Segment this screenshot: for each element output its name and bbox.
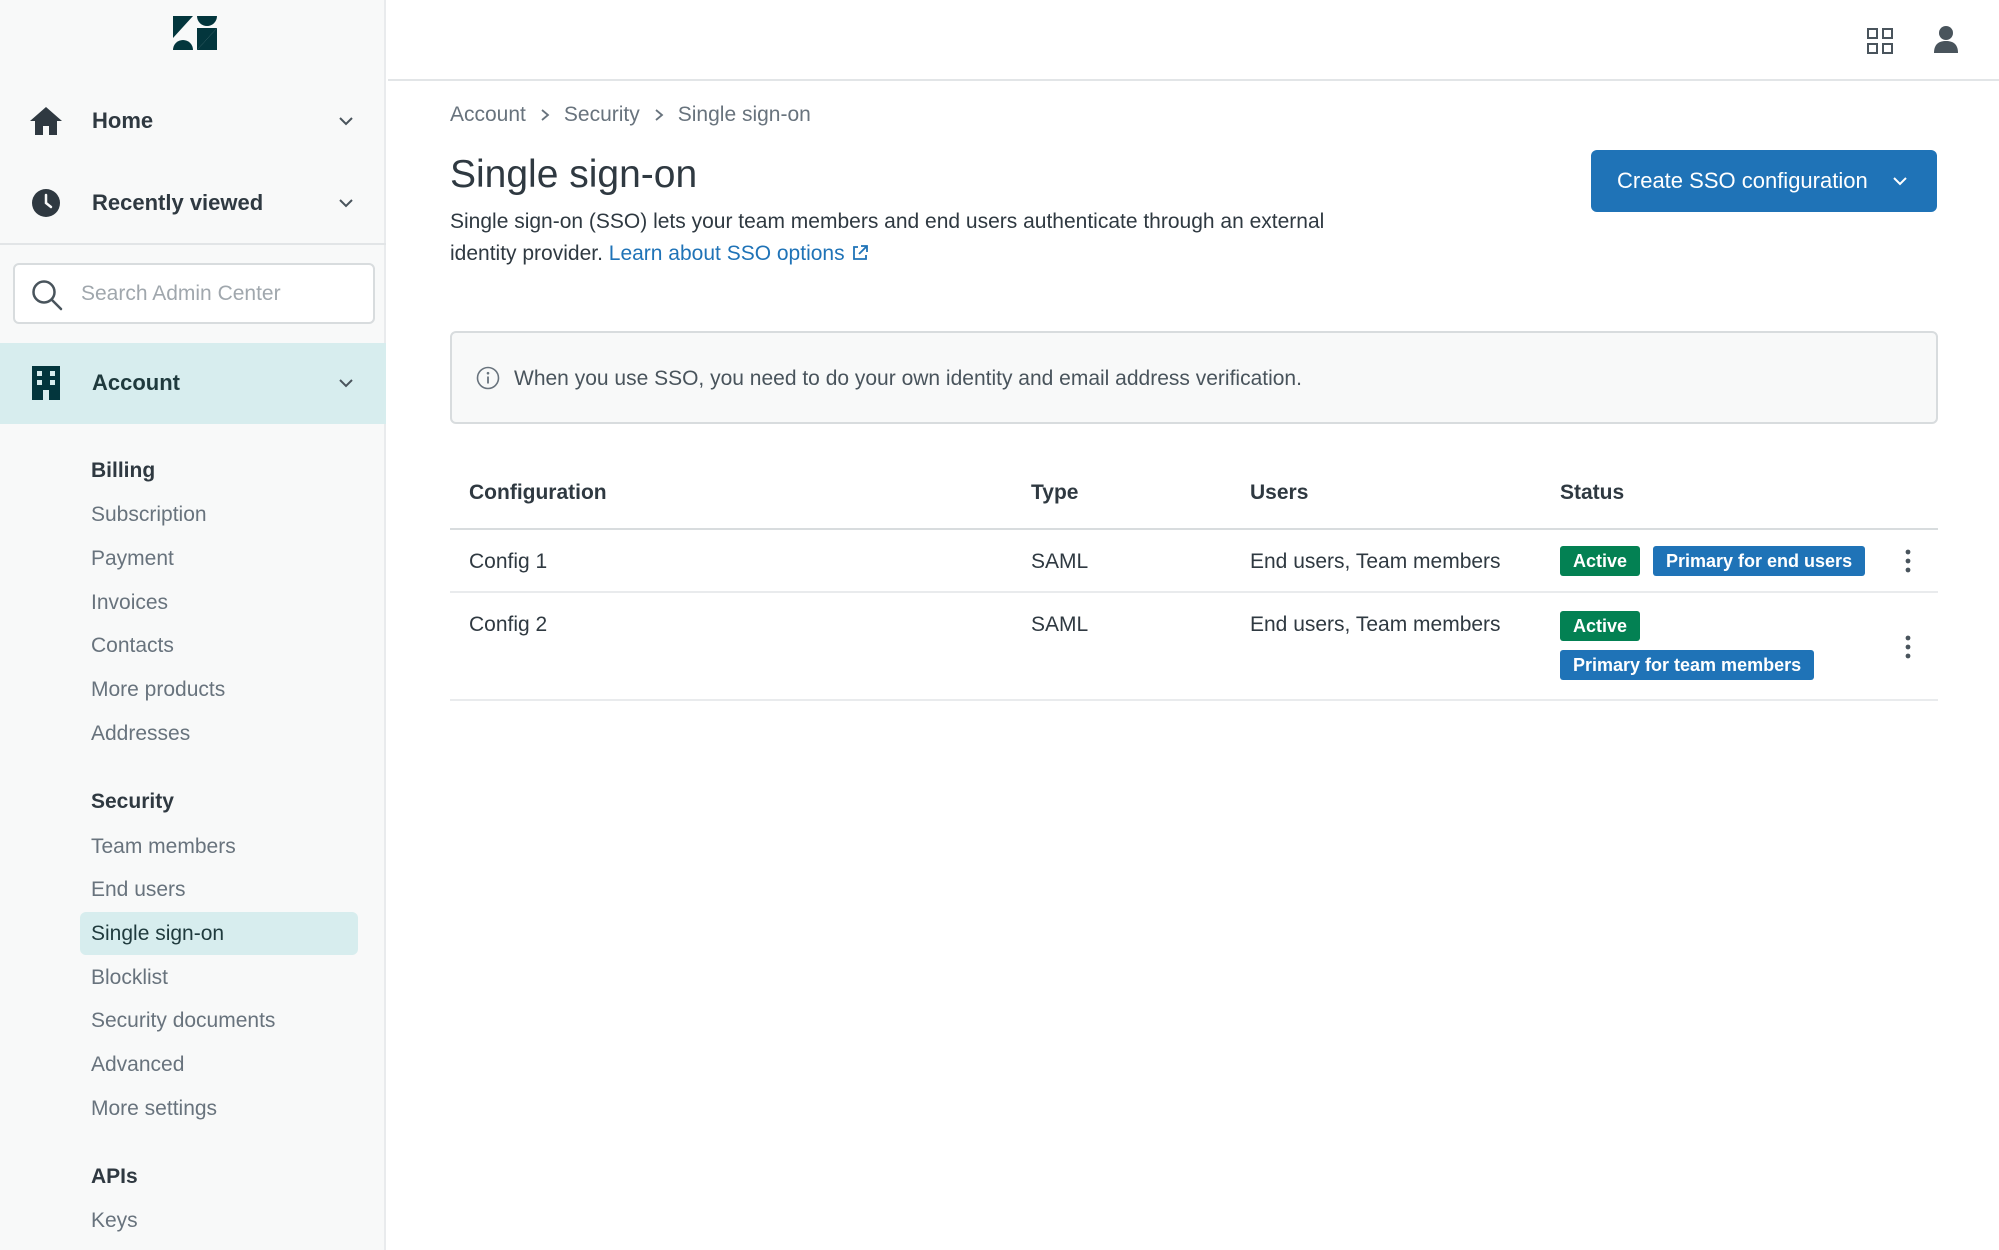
sidebar-item-advanced[interactable]: Advanced	[80, 1043, 358, 1086]
section-security: Security	[91, 790, 174, 813]
topbar	[388, 0, 1999, 81]
col-users: Users	[1250, 481, 1309, 504]
table-row[interactable]: Config 1 SAML End users, Team members Ac…	[450, 530, 1938, 593]
sidebar-divider	[0, 243, 386, 245]
page-title: Single sign-on	[450, 153, 698, 196]
cell-configuration: Config 2	[469, 613, 548, 636]
sidebar-item-addresses[interactable]: Addresses	[80, 712, 358, 755]
chevron-down-icon	[339, 117, 353, 126]
status-badge-active: Active	[1560, 611, 1641, 641]
page-description-text: Single sign-on (SSO) lets your team memb…	[450, 210, 1325, 265]
nav-recently-viewed-label: Recently viewed	[92, 190, 264, 215]
sso-table: Configuration Type Users Status Config 1…	[450, 465, 1938, 701]
sidebar-item-blocklist[interactable]: Blocklist	[80, 956, 358, 999]
status-badge-primary: Primary for team members	[1560, 650, 1815, 680]
chevron-right-icon	[655, 109, 664, 121]
sidebar-item-keys[interactable]: Keys	[80, 1199, 358, 1242]
cell-users: End users, Team members	[1250, 550, 1501, 573]
status-badge-active: Active	[1560, 546, 1641, 576]
kebab-menu-icon	[1905, 549, 1911, 573]
chevron-down-icon	[339, 199, 353, 208]
search-icon	[32, 280, 63, 311]
cell-type: SAML	[1031, 550, 1089, 573]
grid-icon[interactable]	[1867, 28, 1893, 54]
nav-home-label: Home	[92, 108, 154, 133]
table-row[interactable]: Config 2 SAML End users, Team members Ac…	[450, 593, 1938, 701]
sidebar-item-more-settings[interactable]: More settings	[80, 1087, 358, 1130]
breadcrumb-current: Single sign-on	[677, 103, 811, 126]
clock-icon	[28, 185, 64, 221]
col-status: Status	[1560, 481, 1625, 504]
info-text: When you use SSO, you need to do your ow…	[514, 367, 1302, 390]
zendesk-logo[interactable]	[173, 16, 217, 50]
create-sso-button-label: Create SSO configuration	[1617, 168, 1868, 193]
sidebar-item-team-members[interactable]: Team members	[80, 825, 358, 868]
row-options-button[interactable]	[1898, 632, 1918, 662]
status-badge-primary: Primary for end users	[1653, 546, 1866, 576]
sidebar-item-more-products[interactable]: More products	[80, 668, 358, 711]
learn-sso-link[interactable]: Learn about SSO options	[609, 242, 869, 265]
cell-users: End users, Team members	[1250, 613, 1501, 636]
info-icon	[476, 366, 500, 390]
learn-sso-link-label: Learn about SSO options	[608, 242, 845, 265]
sidebar-item-subscription[interactable]: Subscription	[80, 493, 358, 536]
chevron-down-icon	[339, 379, 353, 388]
nav-account[interactable]: Account	[0, 343, 386, 424]
user-icon[interactable]	[1934, 25, 1958, 55]
home-icon	[28, 103, 64, 139]
sidebar-item-contacts[interactable]: Contacts	[80, 624, 358, 667]
search-box[interactable]	[13, 263, 375, 324]
page-description: Single sign-on (SSO) lets your team memb…	[450, 206, 1350, 270]
sidebar-item-security-documents[interactable]: Security documents	[80, 999, 358, 1042]
chevron-down-icon	[1893, 177, 1907, 186]
breadcrumb-account[interactable]: Account	[450, 103, 526, 127]
chevron-right-icon	[541, 109, 550, 121]
row-options-button[interactable]	[1898, 546, 1918, 576]
sidebar: Home Recently viewed Account Billing Sub…	[0, 0, 386, 1250]
sidebar-item-invoices[interactable]: Invoices	[80, 581, 358, 624]
col-configuration: Configuration	[469, 481, 607, 504]
sidebar-item-payment[interactable]: Payment	[80, 537, 358, 580]
sidebar-item-end-users[interactable]: End users	[80, 868, 358, 911]
building-icon	[32, 366, 60, 400]
external-link-icon	[852, 245, 868, 260]
search-input[interactable]	[81, 275, 361, 313]
section-apis: APIs	[91, 1165, 138, 1188]
table-header: Configuration Type Users Status	[450, 465, 1938, 530]
nav-home[interactable]: Home	[0, 80, 386, 162]
create-sso-button[interactable]: Create SSO configuration	[1591, 150, 1937, 212]
section-billing: Billing	[91, 459, 156, 482]
breadcrumb: Account Security Single sign-on	[450, 103, 811, 127]
info-notice: When you use SSO, you need to do your ow…	[450, 331, 1938, 424]
breadcrumb-security[interactable]: Security	[564, 103, 640, 127]
nav-recently-viewed[interactable]: Recently viewed	[0, 162, 386, 244]
kebab-menu-icon	[1905, 635, 1911, 659]
cell-configuration: Config 1	[469, 550, 548, 573]
cell-type: SAML	[1031, 613, 1089, 636]
col-type: Type	[1031, 481, 1079, 504]
sidebar-item-single-sign-on[interactable]: Single sign-on	[80, 912, 358, 955]
nav-account-label: Account	[92, 370, 180, 395]
